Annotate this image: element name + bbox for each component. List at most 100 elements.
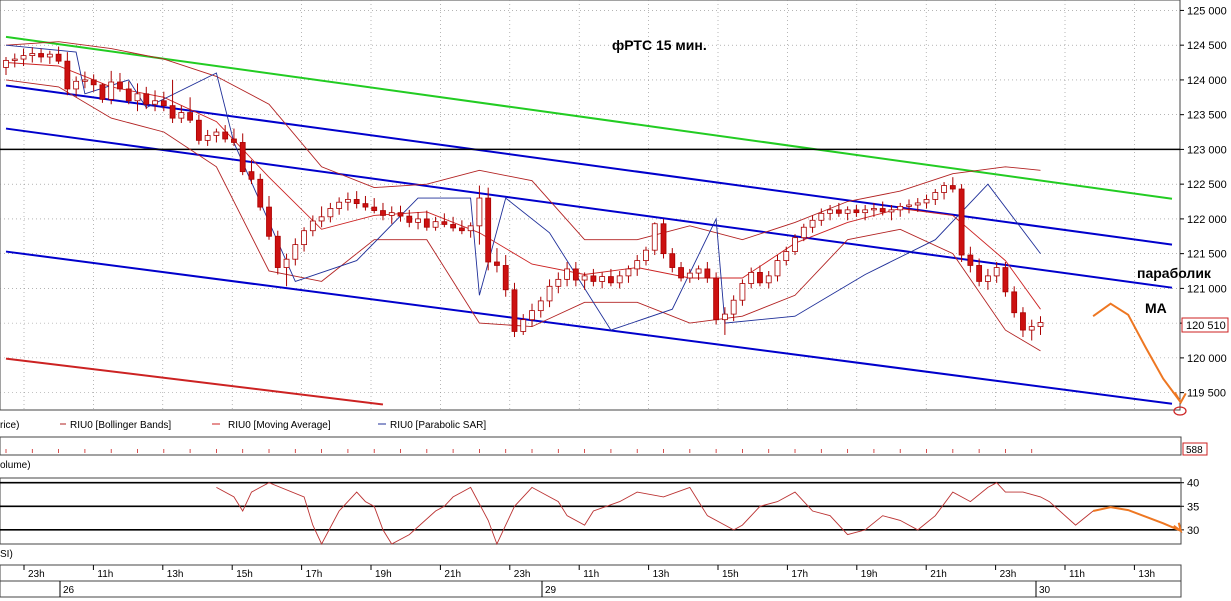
candle-body — [660, 223, 667, 255]
time-tick-label: 13h — [1138, 569, 1155, 580]
candle-body — [949, 185, 956, 190]
candle-body — [774, 260, 781, 277]
time-tick-label: 23h — [514, 569, 531, 580]
time-tick-label: 11h — [1069, 569, 1085, 580]
candle-body — [941, 185, 947, 193]
candle-body — [783, 251, 790, 261]
candle-body — [38, 53, 44, 58]
candle-body — [187, 112, 194, 121]
candle-body — [1002, 267, 1009, 293]
candle-body — [388, 212, 395, 216]
candle-body — [99, 84, 106, 100]
time-tick-label: 13h — [653, 569, 670, 580]
rsi-frame — [0, 477, 1182, 545]
candle-body — [82, 79, 88, 82]
candle-body — [415, 218, 421, 223]
legend-ma: RIU0 [Moving Average] — [228, 420, 331, 431]
price-tick-label: 125 000 — [1187, 5, 1227, 17]
price-tick-label: 121 000 — [1187, 283, 1227, 295]
candle-body — [46, 53, 53, 58]
candle-body — [581, 275, 588, 281]
candle-body — [292, 244, 299, 260]
candle-body — [695, 268, 702, 274]
candle-body — [643, 249, 649, 261]
candle-body — [932, 192, 939, 200]
candle-body — [336, 201, 343, 209]
time-tick-label: 11h — [583, 569, 599, 580]
candle-body — [853, 209, 860, 214]
candle-body — [406, 215, 413, 223]
day-tick-label: 29 — [545, 585, 557, 596]
candle-body — [248, 171, 255, 180]
rsi-tick-label: 30 — [1187, 525, 1199, 537]
price-tick-label: 122 000 — [1187, 214, 1227, 226]
candle-body — [923, 199, 930, 204]
candle-body — [117, 81, 123, 90]
candle-body — [572, 268, 579, 281]
candle-body — [73, 80, 80, 90]
time-tick-label: 23h — [28, 569, 45, 580]
candle-body — [906, 204, 912, 207]
candle-body — [800, 226, 807, 239]
candle-body — [599, 276, 606, 282]
candle-body — [441, 221, 448, 225]
candle-body — [669, 253, 676, 268]
candle-body — [283, 258, 290, 268]
candle-body — [125, 88, 132, 102]
candle-body — [476, 197, 483, 227]
candle-body — [64, 60, 71, 90]
candle-body — [564, 268, 570, 280]
candle-body — [809, 219, 816, 228]
legend-sar: RIU0 [Parabolic SAR] — [390, 420, 486, 431]
candle-body — [555, 278, 562, 287]
candle-body — [450, 224, 457, 229]
candle-body — [134, 93, 141, 102]
candle-body — [231, 138, 237, 143]
time-tick-label: 11h — [97, 569, 113, 580]
candle-body — [178, 112, 185, 119]
candle-body — [1020, 312, 1026, 331]
candle-body — [169, 105, 176, 119]
price-tick-label: 123 500 — [1187, 110, 1227, 122]
candle-body — [432, 221, 439, 228]
candle-body — [888, 209, 895, 213]
volume-panel: 588 olume) — [0, 436, 1208, 471]
candle-body — [502, 265, 509, 291]
chart-title: фРТС 15 мин. — [612, 37, 707, 53]
candle-body — [222, 131, 229, 140]
candle-body — [757, 272, 763, 284]
price-tick-label: 124 500 — [1187, 40, 1227, 52]
candle-body — [520, 319, 527, 332]
price-tick-label: 123 000 — [1187, 144, 1227, 156]
time-tick-label: 21h — [930, 569, 947, 580]
candle-body — [362, 203, 369, 208]
candle-body — [765, 275, 772, 284]
candle-body — [423, 218, 430, 228]
candle-body — [274, 235, 281, 268]
price-tick-label: 121 500 — [1187, 249, 1227, 261]
candle-body — [152, 100, 158, 105]
volume-frame — [0, 436, 1182, 456]
candle-body — [686, 272, 693, 279]
candle-body — [1037, 322, 1044, 328]
candle-body — [958, 188, 965, 256]
candle-body — [625, 268, 632, 277]
time-tick-label: 23h — [1000, 569, 1017, 580]
time-axis: 23h 11h 13h 15h 17h 19h 21h 23h 11h 13h 15h 17h 19h 2… — [0, 564, 1182, 598]
candle-body — [195, 119, 202, 141]
candle-body — [467, 225, 474, 232]
price-tick-label: 122 500 — [1187, 179, 1227, 191]
rsi-panel: SI) 40 35 30 — [0, 477, 1199, 560]
day-tick-label: 30 — [1039, 585, 1051, 596]
candle-body — [730, 299, 737, 315]
candle-body — [537, 300, 544, 312]
candle-body — [844, 209, 851, 214]
candle-body — [301, 230, 307, 246]
candle-body — [327, 208, 334, 218]
rsi-tick-label: 40 — [1187, 478, 1199, 490]
candle-body — [257, 178, 264, 208]
candle-body — [835, 209, 842, 214]
candle-body — [704, 268, 711, 279]
candle-body — [976, 265, 983, 282]
candle-body — [590, 275, 597, 282]
